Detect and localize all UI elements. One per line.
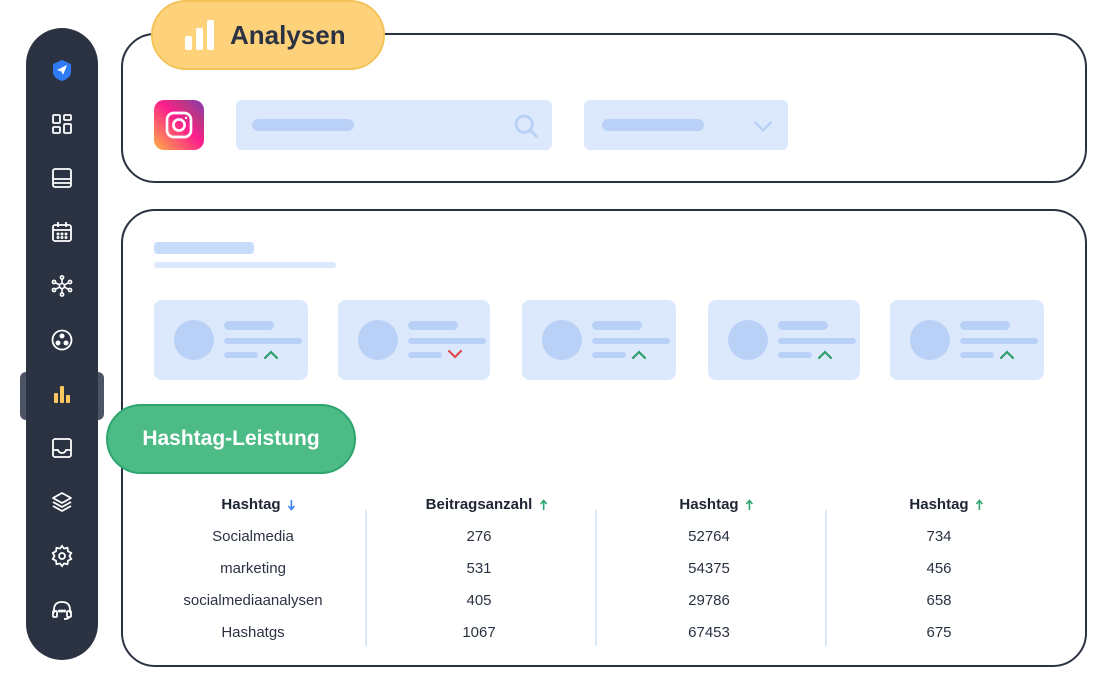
layers-icon — [52, 492, 72, 512]
chevron-down-icon[interactable] — [750, 113, 776, 139]
column-header-hashtag-2[interactable]: Hashtag — [679, 496, 754, 513]
table-cell-hashtag: Hashatgs — [221, 624, 285, 641]
trend-up-icon — [999, 350, 1015, 360]
network-icon — [51, 275, 73, 297]
table-cell-value: 52764 — [688, 528, 730, 545]
bar-chart-icon — [185, 20, 214, 50]
trend-down-icon — [447, 349, 463, 359]
table-cell-value: 675 — [926, 624, 952, 641]
hashtag-performance-badge: Hashtag-Leistung — [106, 404, 356, 474]
column-header-hashtag[interactable]: Hashtag — [221, 496, 296, 513]
kpi-card[interactable] — [338, 300, 490, 380]
table-cell-value: 734 — [926, 528, 952, 545]
sidebar-item-support[interactable] — [44, 592, 80, 628]
sidebar-item-layers[interactable] — [44, 484, 80, 520]
support-icon — [52, 601, 72, 620]
section-title-placeholder — [154, 242, 254, 254]
table-cell-hashtag: Socialmedia — [212, 528, 294, 545]
column-header-beitragsanzahl[interactable]: Beitragsanzahl — [426, 496, 549, 513]
section-subtitle-placeholder — [154, 262, 336, 268]
sidebar-item-send[interactable] — [44, 52, 80, 88]
table-cell-hashtag: marketing — [220, 560, 286, 577]
send-icon — [53, 60, 71, 81]
kpi-card[interactable] — [154, 300, 308, 380]
sidebar-item-network[interactable] — [44, 268, 80, 304]
inbox-icon — [52, 438, 72, 458]
sidebar-item-calendar[interactable] — [44, 214, 80, 250]
table-cell-count: 531 — [466, 560, 492, 577]
search-placeholder — [252, 119, 354, 131]
trend-up-icon — [817, 350, 833, 360]
sidebar — [26, 28, 98, 660]
kpi-card[interactable] — [522, 300, 676, 380]
section-title: Hashtag-Leistung — [142, 427, 320, 450]
table-cell-count: 276 — [466, 528, 492, 545]
calendar-icon — [52, 222, 72, 242]
trend-up-icon — [263, 350, 279, 360]
filter-dropdown[interactable] — [584, 100, 788, 150]
sidebar-item-inbox[interactable] — [44, 430, 80, 466]
table-cell-count: 405 — [466, 592, 492, 609]
posts-icon — [52, 168, 72, 188]
search-icon[interactable] — [512, 112, 540, 140]
table-cell-value: 456 — [926, 560, 952, 577]
table-cell-value: 658 — [926, 592, 952, 609]
analytics-icon — [54, 386, 70, 403]
analysen-badge: Analysen — [151, 0, 385, 70]
column-divider — [825, 510, 827, 646]
search-input[interactable] — [236, 100, 552, 150]
sidebar-item-dashboard[interactable] — [44, 106, 80, 142]
kpi-card[interactable] — [708, 300, 860, 380]
table-cell-value: 54375 — [688, 560, 730, 577]
dashboard-icon — [52, 114, 72, 134]
column-divider — [365, 510, 367, 646]
trend-up-icon — [631, 350, 647, 360]
sort-up-icon[interactable] — [538, 498, 548, 511]
sidebar-item-posts[interactable] — [44, 160, 80, 196]
sort-down-icon[interactable] — [287, 499, 297, 511]
dropdown-placeholder — [602, 119, 704, 131]
column-header-hashtag-3[interactable]: Hashtag — [909, 496, 984, 513]
sidebar-item-analytics[interactable] — [44, 376, 80, 412]
table-cell-count: 1067 — [462, 624, 496, 641]
table-cell-hashtag: socialmediaanalysen — [183, 592, 323, 609]
page-title: Analysen — [230, 19, 346, 50]
settings-icon — [51, 544, 73, 568]
instagram-icon[interactable] — [154, 100, 204, 150]
sort-up-icon[interactable] — [745, 498, 755, 511]
sort-up-icon[interactable] — [975, 498, 985, 511]
community-icon — [51, 329, 73, 351]
table-cell-value: 29786 — [688, 592, 730, 609]
kpi-card[interactable] — [890, 300, 1044, 380]
table-cell-value: 67453 — [688, 624, 730, 641]
column-divider — [595, 510, 597, 646]
sidebar-item-settings[interactable] — [44, 538, 80, 574]
sidebar-item-community[interactable] — [44, 322, 80, 358]
